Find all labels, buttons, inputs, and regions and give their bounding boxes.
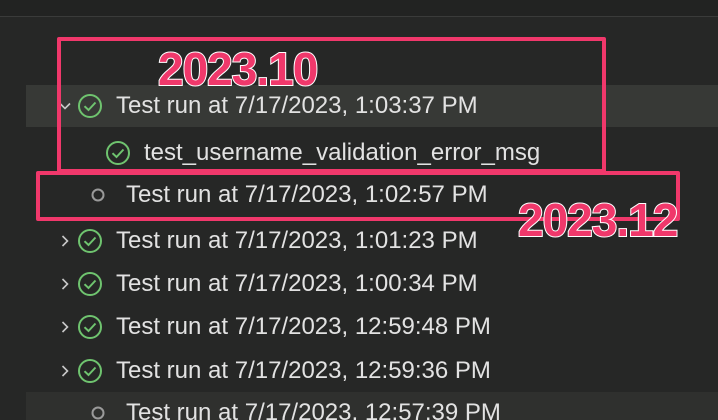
test-run-label: Test run at 7/17/2023, 12:57:39 PM xyxy=(126,399,501,420)
test-run-label: Test run at 7/17/2023, 12:59:36 PM xyxy=(116,357,491,384)
test-run-row[interactable]: Test run at 7/17/2023, 12:59:36 PM xyxy=(26,350,718,392)
passed-icon xyxy=(76,357,104,385)
test-run-row[interactable]: Test run at 7/17/2023, 12:59:48 PM xyxy=(26,306,718,348)
test-run-label: Test run at 7/17/2023, 1:01:23 PM xyxy=(116,227,478,254)
test-run-row[interactable]: Test run at 7/17/2023, 1:00:34 PM xyxy=(26,263,718,305)
not-run-dot-icon xyxy=(88,392,108,420)
test-run-label: Test run at 7/17/2023, 1:00:34 PM xyxy=(116,270,478,297)
passed-icon xyxy=(76,313,104,341)
test-run-row[interactable]: Test run at 7/17/2023, 12:57:39 PM xyxy=(26,392,718,420)
chevron-right-icon[interactable] xyxy=(54,316,76,338)
passed-icon xyxy=(76,227,104,255)
test-run-label: Test run at 7/17/2023, 12:59:48 PM xyxy=(116,313,491,340)
annotation-box-2023-10 xyxy=(57,37,606,173)
annotation-label-2023-12: 2023.12 xyxy=(517,194,679,246)
chevron-right-icon[interactable] xyxy=(54,360,76,382)
chevron-right-icon[interactable] xyxy=(54,273,76,295)
annotation-label-2023-10: 2023.10 xyxy=(157,43,319,95)
chevron-right-icon[interactable] xyxy=(54,230,76,252)
passed-icon xyxy=(76,270,104,298)
